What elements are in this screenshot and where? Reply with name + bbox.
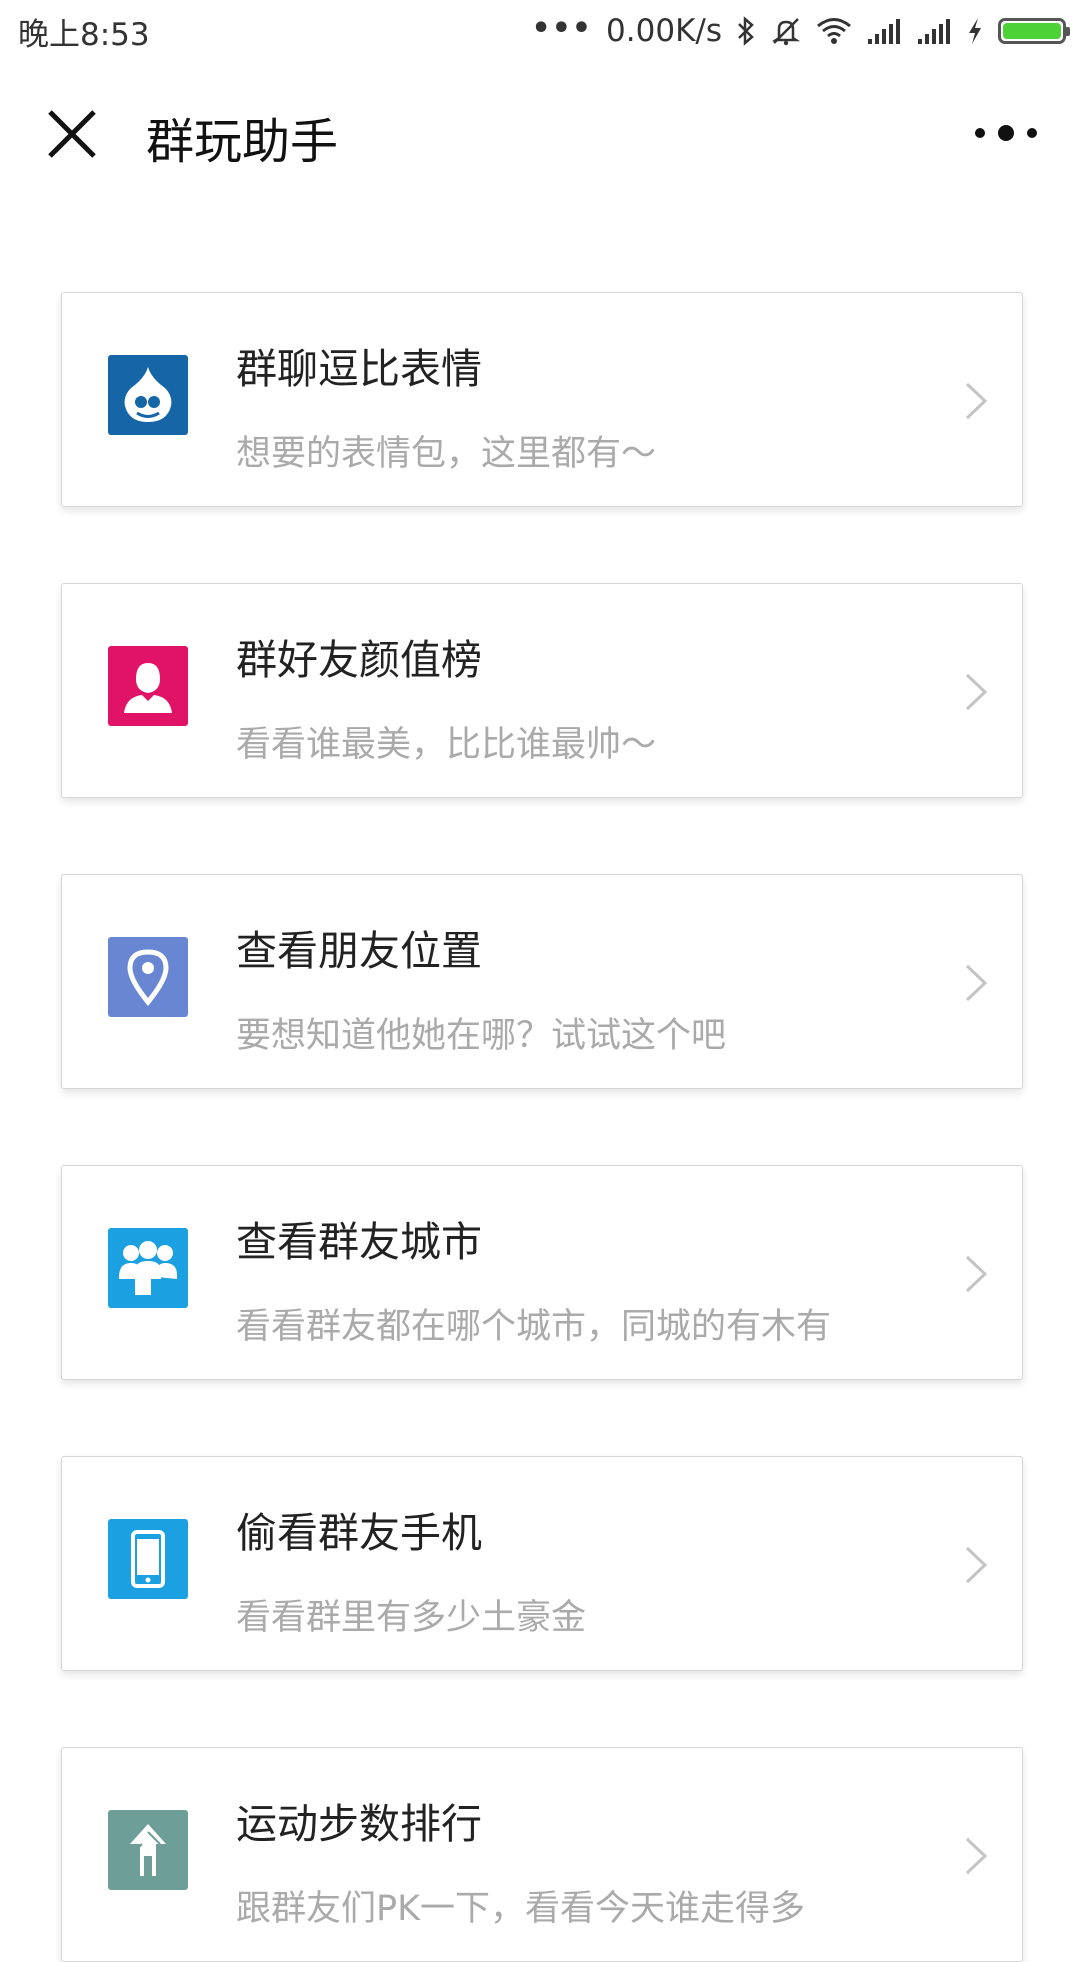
more-icon[interactable] [972, 120, 1040, 146]
chevron-right-icon [964, 1836, 988, 1876]
item-subtitle: 跟群友们PK一下，看看今天谁走得多 [236, 1889, 806, 1929]
item-subtitle: 看看谁最美，比比谁最帅～ [236, 725, 657, 765]
more-notifications-icon: ••• [531, 10, 593, 46]
charging-icon [966, 16, 984, 46]
location-pin-icon [108, 937, 188, 1017]
chevron-right-icon [964, 1545, 988, 1585]
item-subtitle: 想要的表情包，这里都有～ [236, 434, 657, 474]
mute-bell-icon [770, 16, 802, 46]
item-title: 查看朋友位置 [236, 927, 482, 975]
wifi-icon [816, 17, 852, 45]
page-title: 群玩助手 [146, 114, 339, 170]
item-subtitle: 看看群友都在哪个城市，同城的有木有 [236, 1307, 832, 1347]
list-item[interactable]: 查看朋友位置 要想知道他她在哪？试试这个吧 [61, 874, 1023, 1089]
signal-icon-1 [866, 17, 902, 45]
signal-icon-2 [916, 17, 952, 45]
close-icon[interactable] [44, 106, 100, 162]
item-title: 查看群友城市 [236, 1218, 482, 1266]
item-title: 偷看群友手机 [236, 1509, 482, 1557]
item-title: 运动步数排行 [236, 1800, 482, 1848]
drupal-drop-icon [108, 355, 188, 435]
item-title: 群聊逗比表情 [236, 345, 482, 393]
mobile-phone-icon [108, 1519, 188, 1599]
list-item[interactable]: 查看群友城市 看看群友都在哪个城市，同城的有木有 [61, 1165, 1023, 1380]
group-people-icon [108, 1228, 188, 1308]
status-bar: 晚上8:53 ••• 0.00K/s [0, 0, 1080, 62]
status-time: 晚上8:53 [18, 16, 150, 53]
list-item[interactable]: 运动步数排行 跟群友们PK一下，看看今天谁走得多 [61, 1747, 1023, 1962]
chevron-right-icon [964, 381, 988, 421]
chevron-right-icon [964, 963, 988, 1003]
battery-icon [998, 18, 1070, 44]
list-item[interactable]: 偷看群友手机 看看群里有多少土豪金 [61, 1456, 1023, 1671]
network-speed: 0.00K/s [606, 13, 722, 49]
list-item[interactable]: 群聊逗比表情 想要的表情包，这里都有～ [61, 292, 1023, 507]
chevron-right-icon [964, 672, 988, 712]
item-title: 群好友颜值榜 [236, 636, 482, 684]
female-user-icon [108, 646, 188, 726]
list-item[interactable]: 群好友颜值榜 看看谁最美，比比谁最帅～ [61, 583, 1023, 798]
item-subtitle: 要想知道他她在哪？试试这个吧 [236, 1016, 727, 1056]
bluetooth-icon [736, 16, 756, 46]
status-icons: ••• 0.00K/s [531, 10, 1070, 49]
item-subtitle: 看看群里有多少土豪金 [236, 1598, 587, 1638]
chevron-right-icon [964, 1254, 988, 1294]
step-ranking-icon [108, 1810, 188, 1890]
title-bar: 群玩助手 [0, 62, 1080, 204]
